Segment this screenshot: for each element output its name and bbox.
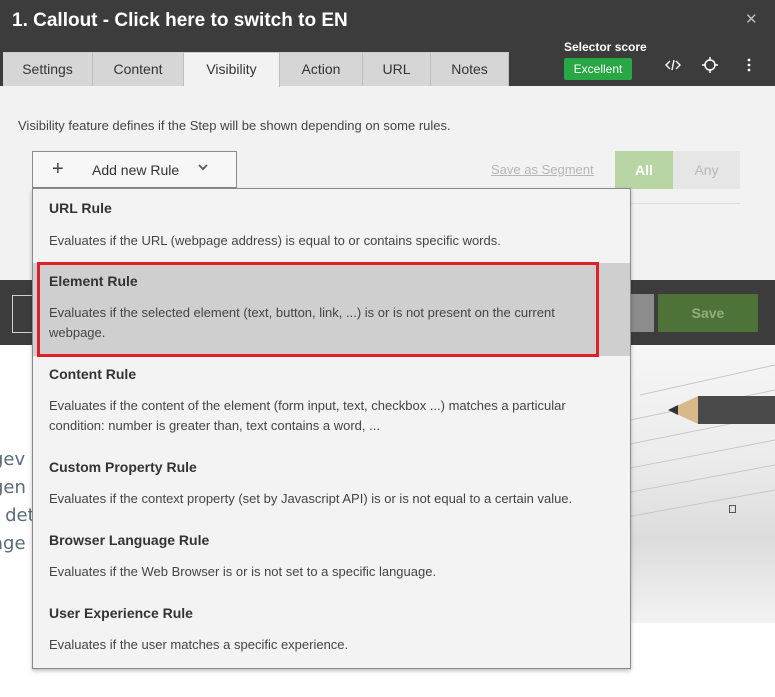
save-button[interactable]: Save (658, 294, 758, 332)
rule-option-browser-language[interactable]: Browser Language Rule Evaluates if the W… (33, 522, 630, 595)
tab-bar: Settings Content Visibility Action URL N… (3, 52, 509, 87)
footer-secondary-button[interactable] (630, 294, 654, 332)
tab-content[interactable]: Content (93, 52, 184, 86)
close-icon[interactable]: ✕ (745, 10, 758, 28)
footer-control[interactable] (12, 295, 33, 333)
rule-option-content[interactable]: Content Rule Evaluates if the content of… (33, 356, 630, 449)
rule-option-title: Element Rule (49, 273, 138, 289)
rule-option-description: Evaluates if the context property (set b… (49, 491, 573, 506)
background-text-line: gev (0, 449, 26, 470)
visibility-description: Visibility feature defines if the Step w… (18, 118, 451, 133)
crosshair-icon[interactable] (700, 57, 720, 77)
chevron-down-icon (197, 161, 209, 176)
background-text-line: age (0, 533, 26, 554)
tab-url[interactable]: URL (363, 52, 431, 86)
selector-score-badge: Excellent (564, 58, 632, 80)
tab-visibility[interactable]: Visibility (184, 52, 280, 87)
window-title[interactable]: 1. Callout - Click here to switch to EN (12, 10, 348, 32)
selector-score-label: Selector score (564, 40, 647, 54)
background-text-line: gen (0, 477, 26, 498)
plus-icon: + (52, 158, 64, 180)
rule-option-user-experience[interactable]: User Experience Rule Evaluates if the us… (33, 595, 630, 668)
kebab-menu-icon[interactable] (739, 57, 759, 77)
rule-option-description: Evaluates if the Web Browser is or is no… (49, 564, 437, 579)
rule-option-description: Evaluates if the selected element (text,… (49, 305, 555, 340)
background-text-line: r det (0, 505, 35, 526)
tab-action[interactable]: Action (280, 52, 363, 86)
tab-settings[interactable]: Settings (3, 52, 93, 86)
tab-notes[interactable]: Notes (431, 52, 509, 86)
rule-option-description: Evaluates if the user matches a specific… (49, 637, 349, 652)
rule-option-description: Evaluates if the URL (webpage address) i… (49, 233, 501, 248)
rule-option-custom-property[interactable]: Custom Property Rule Evaluates if the co… (33, 449, 630, 522)
rule-option-title: Custom Property Rule (49, 459, 197, 475)
rule-type-dropdown: URL Rule Evaluates if the URL (webpage a… (32, 188, 631, 669)
pencil-image (668, 396, 775, 424)
any-toggle-button[interactable]: Any (673, 151, 740, 189)
rule-option-title: User Experience Rule (49, 605, 193, 621)
rule-option-element[interactable]: Element Rule Evaluates if the selected e… (33, 263, 630, 356)
add-new-rule-button[interactable]: + Add new Rule (32, 151, 237, 188)
rule-option-title: URL Rule (49, 200, 112, 216)
rule-option-title: Browser Language Rule (49, 532, 210, 548)
small-square-icon (729, 505, 736, 513)
save-as-segment-link[interactable]: Save as Segment (491, 162, 594, 177)
rule-option-url[interactable]: URL Rule Evaluates if the URL (webpage a… (33, 189, 630, 262)
add-new-rule-label: Add new Rule (92, 162, 180, 178)
rule-option-title: Content Rule (49, 366, 137, 382)
rule-option-description: Evaluates if the content of the element … (49, 398, 566, 433)
all-toggle-button[interactable]: All (615, 151, 673, 189)
code-icon[interactable] (663, 57, 683, 77)
